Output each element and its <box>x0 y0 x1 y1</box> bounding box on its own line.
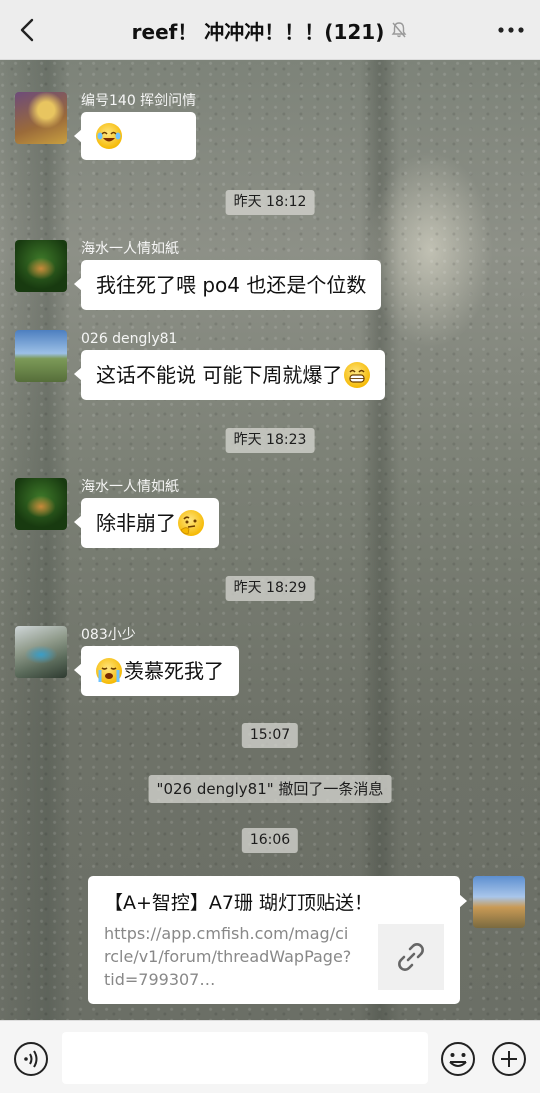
message-row: 海水一人情如紙 我往死了喂 po4 也还是个位数 <box>15 240 382 310</box>
thinking-emoji <box>178 510 204 536</box>
message-row: 083小少 羡慕死我了 <box>15 626 239 696</box>
chevron-left-icon[interactable] <box>14 16 42 44</box>
message-bubble[interactable]: 这话不能说 可能下周就爆了 <box>73 350 386 400</box>
avatar[interactable] <box>15 626 67 678</box>
sender-name: 编号140 挥剑问情 <box>81 93 197 109</box>
more-dots-icon[interactable] <box>496 18 526 42</box>
message-row: 海水一人情如紙 除非崩了 <box>15 478 219 548</box>
avatar[interactable] <box>15 92 67 144</box>
message-bubble[interactable]: 我往死了喂 po4 也还是个位数 <box>73 260 382 310</box>
my-avatar[interactable] <box>473 876 525 928</box>
link-card[interactable]: 【A+智控】A7珊 瑚灯顶贴送！ https://app.cmfish.com/… <box>88 876 467 1004</box>
recall-notice: "026 dengly81" 撤回了一条消息 <box>148 775 392 803</box>
sender-name: 海水一人情如紙 <box>81 479 179 495</box>
input-bar <box>0 1020 540 1093</box>
timestamp: 15:07 <box>241 723 299 748</box>
link-card-url: https://app.cmfish.com/mag/circle/v1/for… <box>104 924 352 989</box>
message-text: 我往死了喂 po4 也还是个位数 <box>96 273 367 297</box>
voice-icon[interactable] <box>13 1041 49 1077</box>
message-row: 026 dengly81 这话不能说 可能下周就爆了 <box>15 330 386 400</box>
timestamp: 16:06 <box>241 828 299 853</box>
link-thumbnail <box>378 924 444 990</box>
smiley-icon[interactable] <box>440 1041 476 1077</box>
avatar[interactable] <box>15 478 67 530</box>
chat-title-area: reef！ 冲冲冲！！！(121) <box>60 0 480 60</box>
message-bubble[interactable] <box>73 112 197 160</box>
plus-circle-icon[interactable] <box>491 1041 527 1077</box>
link-icon <box>398 943 424 971</box>
chat-title: reef！ 冲冲冲！！！(121) <box>131 19 385 44</box>
message-input[interactable] <box>62 1032 428 1084</box>
timestamp: 昨天 18:29 <box>225 576 315 601</box>
avatar[interactable] <box>15 240 67 292</box>
laughing-tears-emoji <box>96 123 122 149</box>
message-row: 编号140 挥剑问情 <box>15 92 197 160</box>
sender-name: 海水一人情如紙 <box>81 241 179 257</box>
chat-header: reef！ 冲冲冲！！！(121) <box>0 0 540 60</box>
message-text: 羡慕死我了 <box>124 659 224 683</box>
grinning-emoji <box>344 362 371 388</box>
avatar[interactable] <box>15 330 67 382</box>
message-text: 这话不能说 可能下周就爆了 <box>96 363 343 387</box>
bell-muted-icon <box>391 22 407 38</box>
message-bubble[interactable]: 除非崩了 <box>74 498 219 548</box>
sender-name: 083小少 <box>81 627 136 643</box>
message-bubble[interactable]: 羡慕死我了 <box>74 646 239 696</box>
timestamp: 昨天 18:12 <box>225 190 315 215</box>
timestamp: 昨天 18:23 <box>225 428 315 453</box>
sender-name: 026 dengly81 <box>81 331 178 347</box>
message-text: 除非崩了 <box>96 511 176 535</box>
crying-emoji <box>96 658 122 684</box>
link-card-title: 【A+智控】A7珊 瑚灯顶贴送！ <box>104 892 374 914</box>
